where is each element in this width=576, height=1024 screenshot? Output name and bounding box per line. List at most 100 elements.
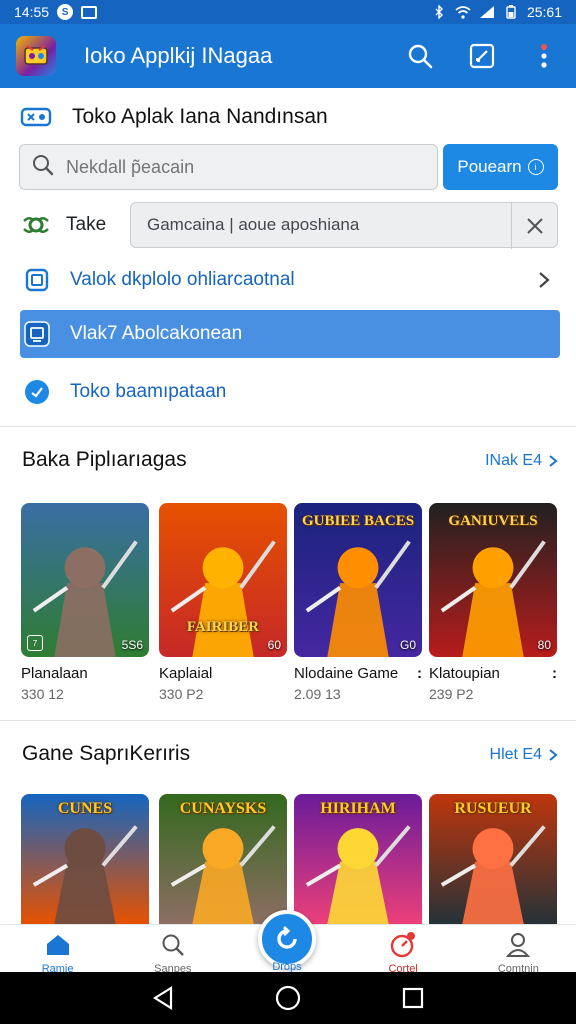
search-icon	[159, 931, 187, 959]
store-icon	[20, 106, 52, 128]
see-more-link[interactable]: Hlet E4	[490, 746, 558, 764]
nav-home[interactable]: Ramie	[13, 925, 103, 975]
game-card[interactable]: RUSUEUR	[429, 794, 557, 924]
notification-icon	[389, 931, 417, 959]
bluetooth-icon	[431, 5, 447, 19]
game-meta: 239 P2	[429, 686, 474, 702]
game-thumbnail[interactable]: GUBIEE BACES G0	[294, 503, 422, 657]
game-name: Kaplaial	[159, 665, 213, 682]
search-field-icon	[32, 154, 54, 181]
more-options-icon[interactable]	[528, 40, 560, 72]
app-logo[interactable]	[16, 36, 56, 76]
search-icon[interactable]	[404, 40, 436, 72]
wifi-icon	[455, 5, 471, 19]
nav-profile[interactable]: Comtnin	[473, 925, 563, 975]
game-thumbnail[interactable]: 7 5S6	[21, 503, 149, 657]
profile-icon	[504, 931, 532, 959]
home-circle-icon[interactable]	[268, 978, 308, 1018]
signal-icon	[479, 5, 495, 19]
game-card[interactable]: FAIRIBER 60 Kaplaial 330 P2	[159, 503, 287, 702]
game-card[interactable]: 7 5S6 Planalaan 330 12	[21, 503, 149, 702]
take-field[interactable]	[130, 202, 558, 249]
divider	[0, 720, 576, 721]
status-clock: 25:61	[526, 4, 562, 20]
app-title: Ioko Applkij INagaa	[84, 43, 273, 68]
game-card[interactable]: GUBIEE BACES G0 Nlodaine Game: 2.09 13	[294, 503, 422, 702]
card-count: G0	[399, 638, 416, 652]
option-row-1[interactable]: Valok dkplolo ohliarcaotnal	[20, 256, 560, 304]
search-button-label: Pouearn	[457, 157, 522, 176]
game-card[interactable]: CUNAYSKS	[159, 794, 287, 924]
game-thumbnail[interactable]: RUSUEUR	[429, 794, 557, 924]
see-more-label: INak E4	[485, 452, 542, 469]
chevron-right-icon	[534, 270, 554, 290]
edit-box-icon[interactable]	[466, 40, 498, 72]
store-header: Toko Aplak Iana Nandınsan	[20, 100, 560, 134]
battery-icon	[503, 5, 519, 19]
card-count: 5S6	[121, 638, 143, 652]
card-art-title: CUNES	[57, 800, 113, 817]
game-meta: 330 P2	[159, 686, 204, 702]
card-art-title: GANIUVELS	[448, 513, 538, 529]
section-title: Baka Piplıarıagas	[22, 448, 187, 471]
see-more-label: Hlet E4	[489, 746, 542, 763]
search-input[interactable]	[66, 156, 396, 178]
back-icon[interactable]	[143, 978, 183, 1018]
card-art-title: RUSUEUR	[454, 800, 532, 817]
game-thumbnail[interactable]: GANIUVELS 80	[429, 503, 557, 657]
nav-search[interactable]: Sanpes	[128, 925, 218, 975]
card-count: 80	[537, 638, 551, 652]
option-row-2[interactable]: Vlak7 Abolcakonean	[20, 310, 560, 358]
option-label: Valok dkplolo ohliarcaotnal	[70, 269, 295, 290]
game-card[interactable]: HIRIHAM	[294, 794, 422, 924]
game-card[interactable]: CUNES	[21, 794, 149, 924]
app-badge-icon: 7	[27, 635, 43, 651]
card-art-title: GUBIEE BACES	[301, 513, 415, 529]
tablet-icon	[24, 267, 50, 293]
card-count: 60	[267, 638, 281, 652]
more-vert-icon[interactable]: :	[552, 665, 557, 682]
nav-notifications[interactable]: Cortel	[358, 925, 448, 975]
gear-leaf-icon	[20, 211, 52, 239]
image-notification-icon	[81, 5, 98, 19]
close-icon[interactable]	[511, 203, 557, 249]
search-button[interactable]: Pouearn i	[443, 144, 558, 190]
status-bar: 14:55 S 25:61	[0, 0, 576, 24]
game-name: Planalaan	[21, 665, 88, 682]
status-time: 14:55	[14, 4, 50, 20]
game-thumbnail[interactable]: CUNAYSKS	[159, 794, 287, 924]
chevron-right-icon	[549, 749, 558, 761]
search-box[interactable]	[19, 144, 438, 190]
refresh-button[interactable]	[258, 910, 316, 968]
section-title: Gane SaprıKerıris	[22, 742, 191, 765]
game-thumbnail[interactable]: FAIRIBER 60	[159, 503, 287, 657]
refresh-icon	[277, 925, 297, 949]
card-art-title: CUNAYSKS	[179, 800, 267, 817]
check-circle-icon	[24, 379, 50, 405]
more-vert-icon[interactable]: :	[417, 665, 422, 682]
option-label: Vlak7 Abolcakonean	[70, 323, 243, 344]
see-more-link[interactable]: INak E4	[485, 452, 558, 470]
recents-icon[interactable]	[393, 978, 433, 1018]
game-meta: 2.09 13	[294, 686, 341, 702]
app-bar: Ioko Applkij INagaa	[0, 24, 576, 88]
take-row: Take	[20, 202, 560, 249]
chevron-right-icon	[549, 455, 558, 467]
card-art-title: FAIRIBER	[186, 619, 260, 635]
game-name: Klatoupian	[429, 665, 500, 682]
card-art-title: HIRIHAM	[320, 800, 396, 817]
notification-app-icon: S	[57, 4, 74, 20]
store-title: Toko Aplak Iana Nandınsan	[72, 105, 328, 128]
take-input[interactable]	[147, 215, 487, 235]
option-row-3[interactable]: Toko baamıpataan	[20, 368, 560, 416]
game-card[interactable]: GANIUVELS 80 Klatoupian: 239 P2	[429, 503, 557, 702]
info-icon: i	[527, 159, 544, 175]
home-icon	[44, 931, 72, 959]
system-nav-bar	[0, 972, 576, 1024]
game-thumbnail[interactable]: CUNES	[21, 794, 149, 924]
option-label: Toko baamıpataan	[70, 381, 227, 402]
game-meta: 330 12	[21, 686, 64, 702]
divider	[0, 426, 576, 427]
game-name: Nlodaine Game	[294, 665, 399, 682]
game-thumbnail[interactable]: HIRIHAM	[294, 794, 422, 924]
